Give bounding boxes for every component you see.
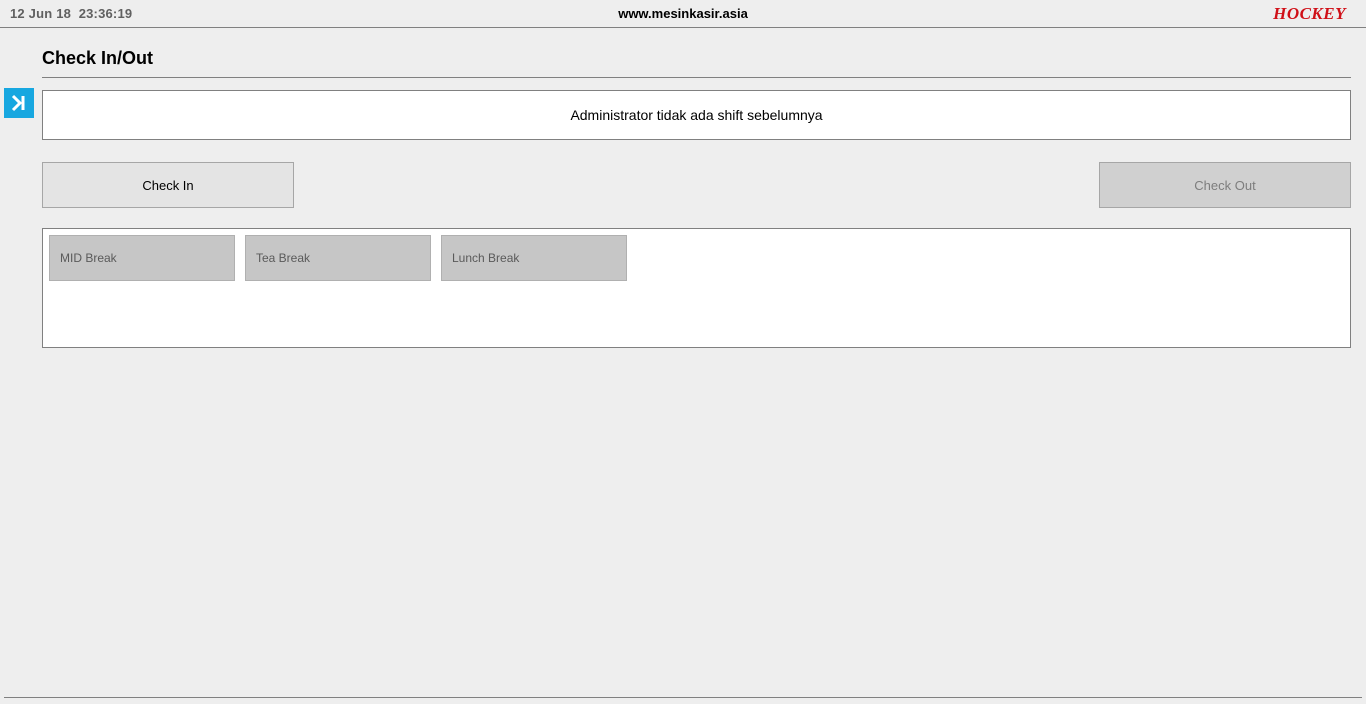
break-button-lunch[interactable]: Lunch Break [441, 235, 627, 281]
brand-logo: HOCKEY [1273, 4, 1346, 24]
page-title: Check In/Out [42, 48, 1351, 78]
content-area: Administrator tidak ada shift sebelumnya… [42, 90, 1351, 348]
break-label: Tea Break [256, 251, 310, 265]
check-out-label: Check Out [1194, 178, 1255, 193]
break-button-row: MID Break Tea Break Lunch Break [49, 235, 1344, 281]
break-panel[interactable]: MID Break Tea Break Lunch Break [42, 228, 1351, 348]
site-title: www.mesinkasir.asia [618, 6, 748, 21]
header-bar: 12 Jun 18 23:36:19 www.mesinkasir.asia H… [0, 0, 1366, 28]
page-title-wrap: Check In/Out [42, 48, 1366, 78]
time-text: 23:36:19 [79, 6, 133, 21]
check-in-label: Check In [142, 178, 193, 193]
action-button-row: Check In Check Out [42, 162, 1351, 208]
break-label: MID Break [60, 251, 117, 265]
check-out-button[interactable]: Check Out [1099, 162, 1351, 208]
break-button-tea[interactable]: Tea Break [245, 235, 431, 281]
footer-divider [4, 697, 1362, 698]
panel-expand-button[interactable] [4, 88, 34, 118]
date-text: 12 Jun 18 [10, 6, 71, 21]
check-in-button[interactable]: Check In [42, 162, 294, 208]
chevron-right-bar-icon [9, 93, 29, 113]
datetime-display: 12 Jun 18 23:36:19 [10, 6, 132, 21]
shift-status-message: Administrator tidak ada shift sebelumnya [42, 90, 1351, 140]
break-label: Lunch Break [452, 251, 519, 265]
break-button-mid[interactable]: MID Break [49, 235, 235, 281]
